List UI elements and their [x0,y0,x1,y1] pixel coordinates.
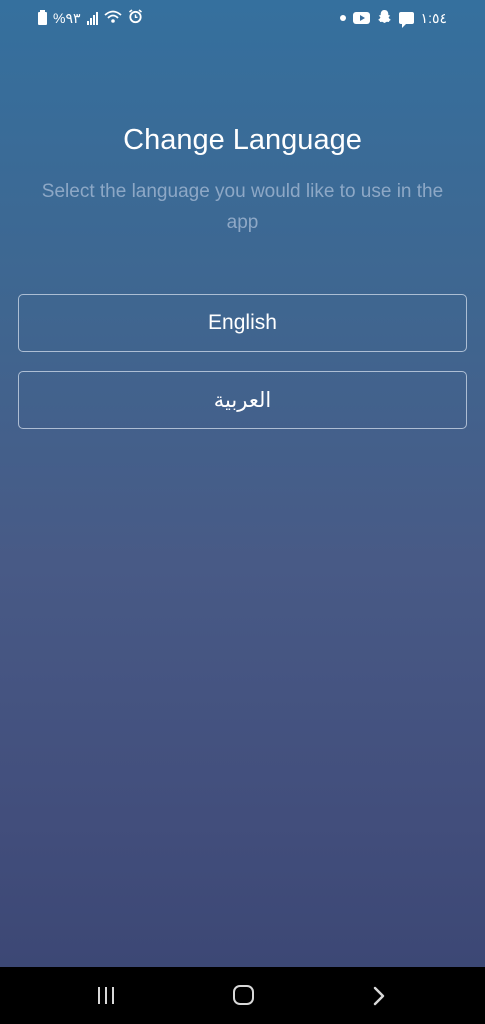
language-option-label: العربية [213,388,272,412]
page-title: Change Language [123,124,362,156]
status-bar-right: ١:٥٤ [339,9,447,28]
status-bar-left: %٩٣ [38,9,143,27]
change-language-screen: %٩٣ ١:٥٤ Change Language Select the lang… [0,0,485,1024]
home-icon[interactable] [233,985,254,1005]
battery-percentage: %٩٣ [53,10,81,26]
youtube-icon [352,12,370,24]
language-option-label: English [208,311,277,334]
alarm-icon [128,9,143,27]
status-bar: %٩٣ ١:٥٤ [0,0,485,36]
signal-icon [86,11,98,25]
recents-icon[interactable] [98,987,120,1005]
message-icon [398,12,414,28]
language-option-arabic[interactable]: العربية [18,371,467,429]
battery-icon [38,9,47,25]
snapchat-icon [377,9,392,27]
page-subtitle: Select the language you would like to us… [41,181,444,233]
notification-dot-icon [339,15,346,21]
back-icon[interactable] [368,985,390,1007]
navigation-bar [0,967,485,1024]
wifi-icon [103,10,122,27]
status-time: ١:٥٤ [420,10,447,26]
language-option-english[interactable]: English [18,294,467,352]
